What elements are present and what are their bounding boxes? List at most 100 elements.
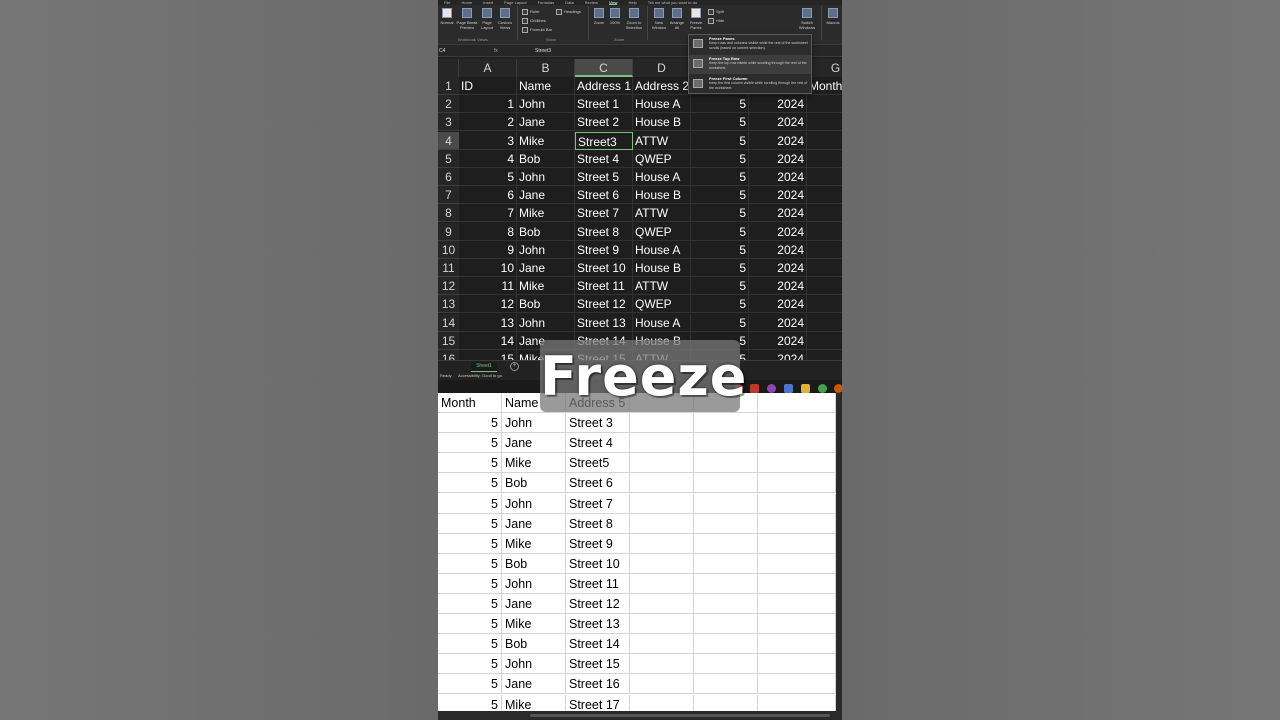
table-cell[interactable]: 5 <box>459 168 517 186</box>
tab-home[interactable]: Home <box>461 0 472 5</box>
table-cell[interactable] <box>758 453 836 474</box>
table-cell[interactable] <box>694 513 758 534</box>
row-header[interactable]: 5 <box>438 149 459 168</box>
table-cell[interactable]: 2024 <box>749 204 807 223</box>
table-cell[interactable]: 5 <box>691 259 749 277</box>
table-cell[interactable]: Street 10 <box>566 553 630 574</box>
table-cell[interactable] <box>758 634 836 655</box>
table-cell[interactable] <box>630 654 694 675</box>
column-header[interactable]: A <box>459 59 517 77</box>
table-cell[interactable]: Street 9 <box>566 533 630 554</box>
folder-icon[interactable] <box>801 384 810 393</box>
table-cell[interactable]: 5 <box>691 313 749 332</box>
table-cell[interactable]: 5 <box>438 553 502 574</box>
table-cell[interactable] <box>630 473 694 494</box>
zoom-to-selection-button[interactable]: Zoom to Selection <box>624 8 644 30</box>
table-cell[interactable] <box>807 277 842 296</box>
tab-data[interactable]: Data <box>565 0 573 5</box>
table-cell[interactable]: Street 3 <box>566 413 630 434</box>
split-button[interactable]: Split <box>708 9 724 15</box>
table-cell[interactable]: 5 <box>438 634 502 655</box>
table-cell[interactable]: Jane <box>502 674 566 695</box>
tab-review[interactable]: Review <box>585 0 598 5</box>
table-cell[interactable] <box>807 295 842 314</box>
search-box[interactable]: Tell me what you want to do <box>648 0 697 5</box>
table-cell[interactable]: Bob <box>517 149 575 168</box>
table-cell[interactable]: John <box>502 573 566 594</box>
table-cell[interactable] <box>630 513 694 534</box>
table-cell[interactable]: 14 <box>459 331 517 350</box>
table-cell[interactable]: 11 <box>459 277 517 296</box>
new-window-button[interactable]: New Window <box>650 8 668 30</box>
row-header[interactable]: 6 <box>438 168 459 186</box>
table-cell[interactable]: 2024 <box>749 113 807 132</box>
table-cell[interactable]: 2 <box>459 113 517 132</box>
table-cell[interactable]: 5 <box>438 493 502 514</box>
table-cell[interactable]: Jane <box>517 259 575 277</box>
table-cell[interactable]: 12 <box>459 295 517 314</box>
table-cell[interactable]: 5 <box>438 614 502 635</box>
table-cell[interactable]: 5 <box>691 277 749 296</box>
row-header[interactable]: 8 <box>438 204 459 223</box>
table-cell[interactable]: House A <box>633 240 691 259</box>
table-cell[interactable]: Street 12 <box>566 594 630 614</box>
table-cell[interactable]: 8 <box>459 222 517 241</box>
table-cell[interactable] <box>694 553 758 574</box>
table-cell[interactable]: Street 7 <box>566 493 630 514</box>
table-cell[interactable] <box>758 393 836 413</box>
row-header[interactable]: 10 <box>438 240 459 259</box>
table-cell[interactable] <box>758 413 836 434</box>
table-cell[interactable]: 3 <box>459 131 517 150</box>
table-cell[interactable]: Name <box>517 77 575 95</box>
table-cell[interactable] <box>630 493 694 514</box>
table-cell[interactable]: Street 1 <box>575 95 633 114</box>
vertical-scrollbar[interactable] <box>836 393 842 711</box>
table-cell[interactable] <box>807 113 842 132</box>
app-icon[interactable] <box>767 384 776 393</box>
row-header[interactable]: 15 <box>438 331 459 350</box>
table-cell[interactable]: 13 <box>459 313 517 332</box>
table-cell[interactable]: 5 <box>438 694 502 711</box>
tab-insert[interactable]: Insert <box>483 0 493 5</box>
table-cell[interactable]: 5 <box>438 453 502 474</box>
table-cell[interactable]: 5 <box>691 168 749 186</box>
hide-button[interactable]: Hide <box>708 18 724 24</box>
table-cell[interactable] <box>694 453 758 474</box>
table-cell[interactable] <box>758 654 836 675</box>
table-cell[interactable] <box>694 634 758 655</box>
table-cell[interactable]: ATTW <box>633 277 691 296</box>
table-cell[interactable]: 2024 <box>749 295 807 314</box>
table-cell[interactable]: Street 11 <box>575 277 633 296</box>
table-cell[interactable] <box>630 413 694 434</box>
table-cell[interactable]: Street 8 <box>566 513 630 534</box>
table-cell[interactable]: Street 17 <box>566 694 630 711</box>
table-cell[interactable]: Street 7 <box>575 204 633 223</box>
table-cell[interactable]: Bob <box>502 553 566 574</box>
row-header[interactable]: 16 <box>438 350 459 360</box>
table-cell[interactable]: 2024 <box>749 259 807 277</box>
table-cell[interactable]: Street 11 <box>566 573 630 594</box>
normal-view-button[interactable]: Normal <box>439 8 455 25</box>
headings-checkbox[interactable]: Headings <box>556 9 581 15</box>
table-cell[interactable]: House B <box>633 259 691 277</box>
row-header[interactable]: 3 <box>438 113 459 132</box>
table-cell[interactable] <box>807 186 842 205</box>
table-cell[interactable]: 1 <box>459 95 517 114</box>
formula-bar-checkbox[interactable]: Formula Bar <box>522 27 552 33</box>
table-cell[interactable] <box>694 413 758 434</box>
row-header[interactable]: 12 <box>438 277 459 296</box>
table-cell[interactable]: 5 <box>691 186 749 205</box>
firefox-icon[interactable] <box>834 384 842 393</box>
table-cell[interactable]: John <box>517 313 575 332</box>
row-header[interactable]: 7 <box>438 186 459 205</box>
custom-views-button[interactable]: Custom Views <box>496 8 514 30</box>
table-cell[interactable] <box>630 433 694 454</box>
table-cell[interactable]: ID <box>459 77 517 95</box>
menu-item-freeze-top-row[interactable]: Freeze Top Row Keep the top row visible … <box>689 55 811 74</box>
table-cell[interactable] <box>694 493 758 514</box>
table-cell[interactable]: 2024 <box>749 186 807 205</box>
table-cell[interactable]: Mike <box>502 694 566 711</box>
table-cell[interactable]: 2024 <box>749 131 807 150</box>
table-cell[interactable] <box>758 493 836 514</box>
select-all-corner[interactable] <box>438 59 459 77</box>
